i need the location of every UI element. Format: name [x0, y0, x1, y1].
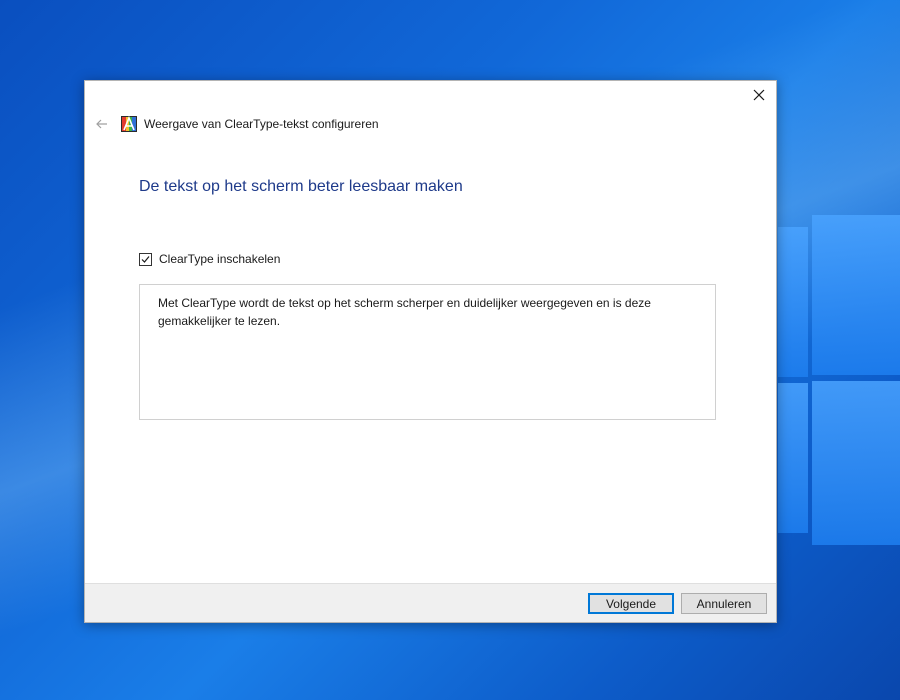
logo-pane-bottom-right	[812, 381, 900, 545]
desktop-background: Weergave van ClearType-tekst configurere…	[0, 0, 900, 700]
back-arrow-icon	[96, 119, 107, 129]
page-heading: De tekst op het scherm beter leesbaar ma…	[139, 178, 463, 195]
window-title: Weergave van ClearType-tekst configurere…	[144, 117, 379, 131]
cleartype-icon	[121, 116, 137, 132]
cancel-button[interactable]: Annuleren	[681, 593, 767, 614]
next-button[interactable]: Volgende	[588, 593, 674, 614]
description-box: Met ClearType wordt de tekst op het sche…	[139, 284, 716, 420]
close-button[interactable]	[742, 81, 776, 109]
logo-pane-top-right	[812, 215, 900, 375]
checkmark-icon	[141, 255, 150, 263]
logo-pane-top-left	[778, 227, 808, 377]
cleartype-checkbox[interactable]	[139, 252, 152, 266]
title-bar: Weergave van ClearType-tekst configurere…	[93, 114, 379, 134]
cleartype-checkbox-row[interactable]: ClearType inschakelen	[139, 252, 280, 266]
windows-logo-wallpaper	[778, 215, 900, 545]
description-text: Met ClearType wordt de tekst op het sche…	[158, 296, 651, 328]
cleartype-dialog: Weergave van ClearType-tekst configurere…	[84, 80, 777, 623]
dialog-footer: Volgende Annuleren	[85, 583, 776, 622]
logo-pane-bottom-left	[778, 383, 808, 533]
checkbox-label: ClearType inschakelen	[159, 252, 281, 266]
close-icon	[753, 89, 765, 101]
back-button[interactable]	[93, 115, 111, 133]
